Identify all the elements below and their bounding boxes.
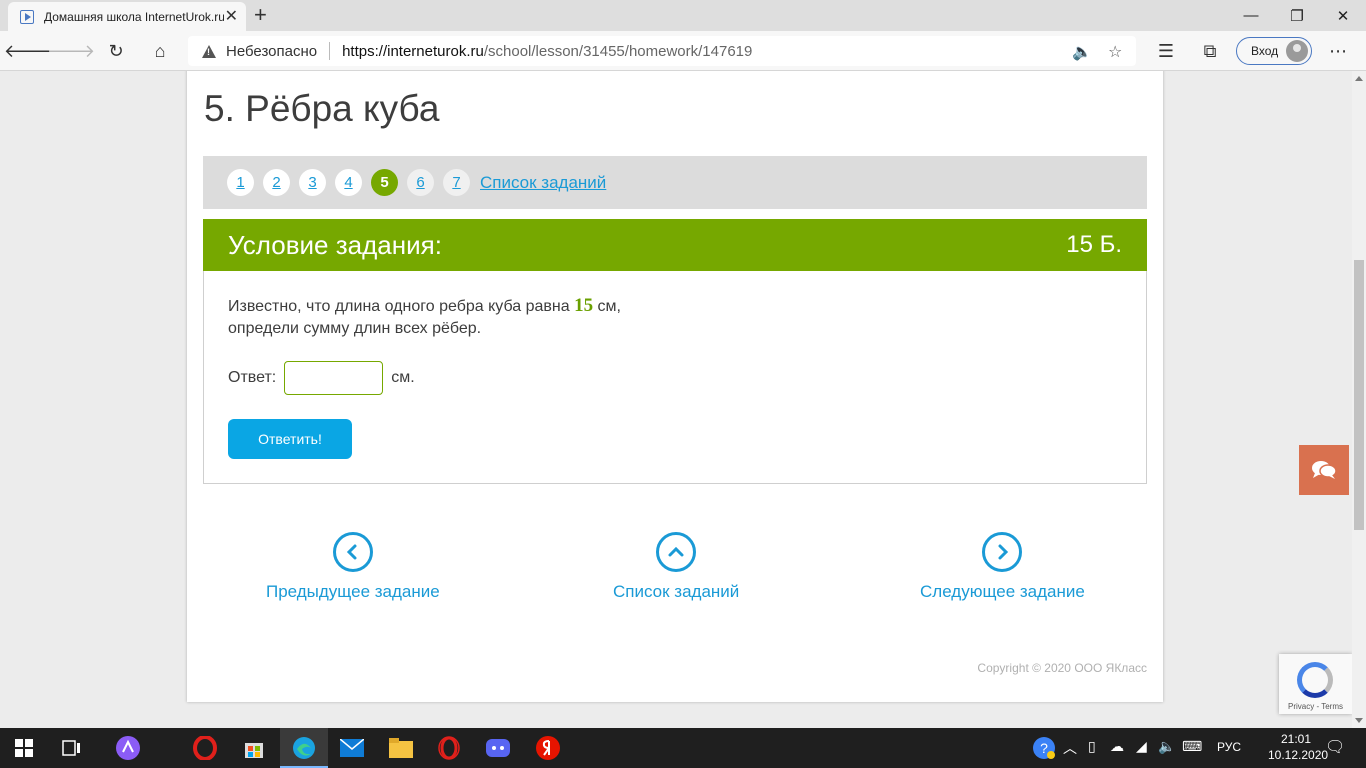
next-task-nav[interactable]: Следующее задание: [920, 532, 1085, 602]
discord-icon[interactable]: [484, 734, 512, 762]
opera-browser-icon[interactable]: [435, 734, 463, 762]
task-text-after: см,: [593, 298, 621, 315]
back-arrow-icon[interactable]: 🡐: [4, 37, 52, 65]
close-window-icon[interactable]: ✕: [1320, 0, 1366, 31]
condition-header: Условие задания: 15 Б.: [203, 219, 1147, 271]
task-list-link[interactable]: Список заданий: [480, 173, 606, 193]
task-link-7[interactable]: 7: [443, 169, 470, 196]
help-icon[interactable]: ?: [1030, 734, 1058, 762]
scroll-thumb[interactable]: [1354, 260, 1364, 530]
restore-icon[interactable]: ❐: [1274, 0, 1320, 31]
yandex-browser-icon[interactable]: [534, 734, 562, 762]
task-text: Известно, что длина одного ребра куба ра…: [228, 295, 621, 340]
answer-unit: см.: [391, 369, 415, 386]
task-link-1[interactable]: 1: [227, 169, 254, 196]
network-icon[interactable]: ◢: [1136, 738, 1147, 755]
sign-in-button[interactable]: Вход: [1236, 37, 1312, 65]
answer-row: Ответ: см.: [228, 361, 415, 395]
recaptcha-badge[interactable]: Privacy - Terms: [1279, 654, 1352, 714]
recaptcha-links[interactable]: Privacy - Terms: [1279, 702, 1352, 711]
refresh-icon[interactable]: ↻: [102, 37, 130, 65]
chat-button[interactable]: [1299, 445, 1349, 495]
chat-bubbles-icon: [1312, 461, 1337, 479]
sign-in-label: Вход: [1251, 44, 1279, 58]
clock-time: 21:01: [1280, 732, 1312, 746]
new-tab-button[interactable]: +: [254, 4, 267, 26]
task-list-label[interactable]: Список заданий: [613, 582, 739, 602]
opera-icon[interactable]: [191, 734, 219, 762]
next-task-label[interactable]: Следующее задание: [920, 582, 1085, 602]
read-aloud-icon[interactable]: 🔈: [1072, 42, 1092, 62]
svg-text:?: ?: [1040, 740, 1048, 756]
security-label[interactable]: Небезопасно: [226, 43, 317, 60]
edge-browser-icon[interactable]: [290, 734, 318, 762]
prev-task-nav[interactable]: Предыдущее задание: [266, 532, 440, 602]
browser-nav-bar: 🡐 🡒 ↻ ⌂ Небезопасно https://interneturok…: [0, 31, 1366, 71]
scroll-up-icon[interactable]: [1355, 76, 1363, 81]
scroll-down-icon[interactable]: [1355, 718, 1363, 723]
page-scrollbar[interactable]: [1352, 71, 1366, 728]
store-icon[interactable]: [240, 734, 268, 762]
browser-tab-bar: Домашняя школа InternetUrok.ru ✕ + — ❐ ✕: [0, 0, 1366, 31]
task-link-6[interactable]: 6: [407, 169, 434, 196]
windows-taskbar: ? ︿ ▯ ☁ ◢ 🔈 ⌨ РУС 21:01 10.12.2020 🗨: [0, 728, 1366, 768]
url-host: https://interneturok.ru: [342, 42, 484, 60]
alice-assistant-icon[interactable]: [114, 734, 142, 762]
tray-expand-icon[interactable]: ︿: [1063, 738, 1077, 758]
submit-button[interactable]: Ответить!: [228, 419, 352, 459]
recaptcha-logo-icon: [1297, 662, 1333, 698]
address-separator: [329, 42, 331, 60]
browser-tab[interactable]: Домашняя школа InternetUrok.ru ✕: [8, 2, 246, 31]
taskbar-clock[interactable]: 21:01 10.12.2020: [1268, 731, 1329, 763]
copyright-text: Copyright © 2020 ООО ЯКласс: [977, 661, 1147, 675]
language-indicator[interactable]: РУС: [1217, 740, 1241, 754]
address-bar[interactable]: Небезопасно https://interneturok.ru /sch…: [188, 36, 1136, 66]
task-pagination: 1 2 3 4 5 6 7 Список заданий: [203, 156, 1147, 209]
task-view-icon[interactable]: [58, 734, 86, 762]
forward-arrow-icon[interactable]: 🡒: [47, 37, 95, 65]
task-text-before: Известно, что длина одного ребра куба ра…: [228, 298, 575, 315]
answer-label: Ответ:: [228, 369, 277, 386]
task-link-2[interactable]: 2: [263, 169, 290, 196]
condition-body: Известно, что длина одного ребра куба ра…: [203, 271, 1147, 484]
content-card: 5. Рёбра куба 1 2 3 4 5 6 7 Список задан…: [187, 71, 1163, 702]
tab-title: Домашняя школа InternetUrok.ru: [44, 9, 224, 24]
mail-icon[interactable]: [338, 734, 366, 762]
volume-icon[interactable]: 🔈: [1158, 738, 1175, 755]
avatar-icon: [1286, 40, 1308, 62]
tray-device-icon[interactable]: ▯: [1088, 738, 1096, 755]
minimize-icon[interactable]: —: [1228, 0, 1274, 31]
chevron-right-icon[interactable]: [982, 532, 1023, 572]
warning-icon: [202, 44, 216, 58]
answer-input[interactable]: [284, 361, 384, 395]
clock-date: 10.12.2020: [1268, 748, 1329, 762]
keyboard-icon[interactable]: ⌨: [1182, 738, 1202, 755]
home-icon[interactable]: ⌂: [146, 37, 174, 65]
notifications-icon[interactable]: 🗨: [1325, 737, 1345, 757]
url-path: /school/lesson/31455/homework/147619: [483, 42, 753, 60]
more-menu-icon[interactable]: ⋯: [1324, 37, 1352, 65]
task-link-5-active[interactable]: 5: [371, 169, 398, 196]
favorites-list-icon[interactable]: ☰: [1152, 37, 1180, 65]
file-explorer-icon[interactable]: [387, 734, 415, 762]
windows-start-icon[interactable]: [10, 734, 38, 762]
task-link-4[interactable]: 4: [335, 169, 362, 196]
onedrive-cloud-icon[interactable]: ☁: [1110, 738, 1124, 755]
site-favicon-icon: [20, 9, 34, 24]
task-text-line2: определи сумму длин всех рёбер.: [228, 320, 482, 337]
page-viewport: 5. Рёбра куба 1 2 3 4 5 6 7 Список задан…: [0, 71, 1352, 728]
prev-task-label[interactable]: Предыдущее задание: [266, 582, 440, 602]
task-list-nav[interactable]: Список заданий: [613, 532, 739, 602]
tab-close-icon[interactable]: ✕: [225, 8, 238, 25]
task-number: 15: [574, 295, 594, 316]
favorite-star-icon[interactable]: ☆: [1108, 42, 1122, 62]
chevron-left-icon[interactable]: [332, 532, 373, 572]
points-badge: 15 Б.: [1066, 231, 1122, 258]
condition-title: Условие задания:: [228, 229, 442, 260]
task-link-3[interactable]: 3: [299, 169, 326, 196]
chevron-up-icon[interactable]: [656, 532, 697, 572]
page-title: 5. Рёбра куба: [204, 88, 440, 129]
collections-icon[interactable]: ⧉: [1196, 37, 1224, 65]
